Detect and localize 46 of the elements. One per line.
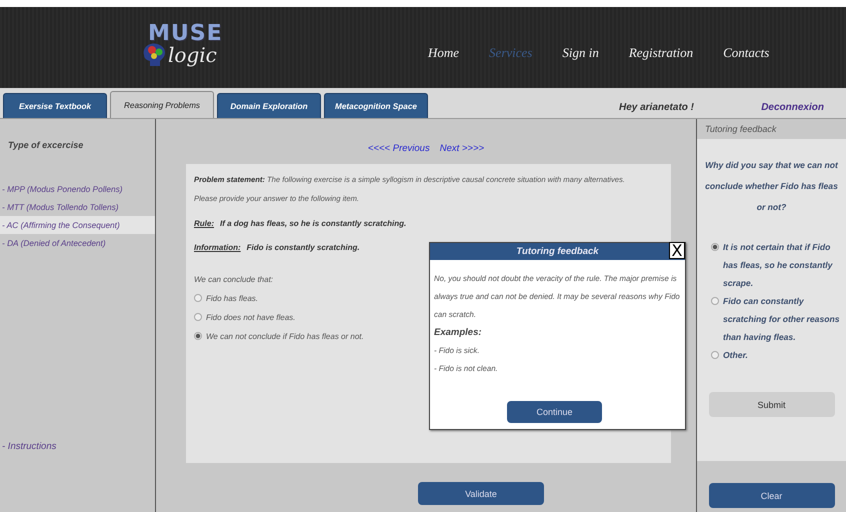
- radio-button[interactable]: [194, 313, 202, 321]
- prompt-text: We can conclude that:: [194, 274, 274, 286]
- rule-label: Rule:: [194, 218, 214, 230]
- sidebar-item[interactable]: - MTT (Modus Tollendo Tollens): [0, 198, 155, 216]
- nav-link[interactable]: Sign in: [562, 44, 599, 60]
- tab[interactable]: Metacognition Space: [324, 93, 428, 118]
- previous-link[interactable]: <<<< Previous: [368, 143, 430, 154]
- logo-text: logic: [168, 44, 217, 64]
- tab[interactable]: Domain Exploration: [217, 93, 321, 118]
- next-link[interactable]: Next >>>>: [440, 143, 484, 154]
- logo-text: MUSE: [148, 22, 223, 44]
- instructions-link[interactable]: - Instructions: [0, 441, 155, 452]
- validate-button[interactable]: Validate: [418, 482, 544, 505]
- tab[interactable]: Exersise Textbook: [3, 93, 107, 118]
- option-label: Fido can constantly scratching for other reasons than having fleas.: [723, 295, 841, 344]
- option-label: Fido has fleas.: [206, 293, 258, 305]
- nav-link[interactable]: Home: [428, 44, 460, 60]
- question-text: Why did you say that we can not conclude whether Fido has fleas or not?: [704, 159, 840, 214]
- option-label: Fido does not have fleas.: [206, 312, 296, 324]
- nav-link[interactable]: Contacts: [723, 44, 770, 60]
- examples-label: Examples:: [434, 326, 483, 340]
- close-button[interactable]: X: [669, 242, 685, 259]
- radio-button[interactable]: [711, 351, 719, 359]
- information-label: Information:: [194, 242, 241, 254]
- panel-title: Tutoring feedback: [704, 123, 778, 136]
- option-label: Other.: [723, 349, 748, 362]
- greeting-text: Hey arianetato !: [618, 102, 694, 113]
- option-label: We can not conclude if Fido has fleas or not.: [206, 331, 364, 343]
- continue-button[interactable]: Continue: [507, 401, 602, 423]
- sidebar-title: Type of excercise: [7, 140, 84, 150]
- sidebar-item[interactable]: - MPP (Modus Ponendo Pollens): [0, 180, 155, 198]
- tab[interactable]: Reasoning Problems: [110, 91, 214, 118]
- sidebar-item[interactable]: - AC (Affirming the Consequent): [0, 216, 155, 234]
- clear-button[interactable]: Clear: [708, 483, 834, 508]
- radio-button[interactable]: [194, 294, 202, 302]
- option-label: It is not certain that if Fido has fleas, so he constantly scrape.: [723, 241, 834, 290]
- logout-link[interactable]: Deconnexion: [761, 102, 824, 113]
- rule-text: If a dog has fleas, so he is constantly scratching.: [220, 218, 406, 230]
- nav-link[interactable]: Registration: [628, 44, 694, 60]
- dialog-title: Tutoring feedback: [516, 246, 599, 257]
- submit-button[interactable]: Submit: [708, 392, 834, 417]
- sidebar-item[interactable]: - DA (Denied of Antecedent): [0, 234, 155, 252]
- information-text: Fido is constantly scratching.: [246, 242, 360, 254]
- radio-button[interactable]: [711, 243, 719, 251]
- radio-button[interactable]: [194, 332, 202, 340]
- radio-button[interactable]: [711, 297, 719, 305]
